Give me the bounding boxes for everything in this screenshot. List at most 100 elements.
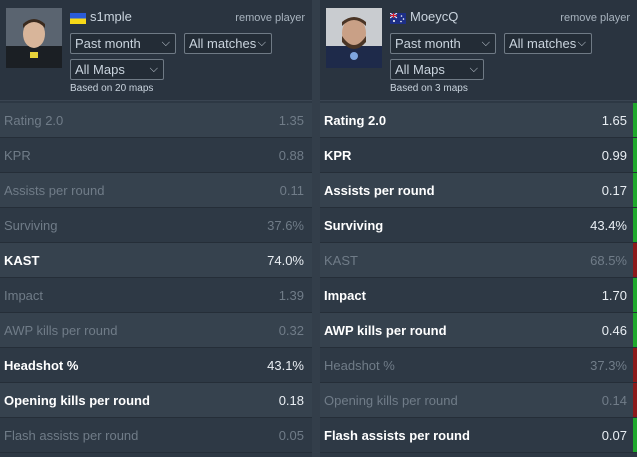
comparison-bar xyxy=(633,418,637,452)
stat-label: Opening kills per round xyxy=(4,393,150,408)
player-name[interactable]: MoeycQ xyxy=(410,9,458,24)
chevron-down-icon: ⌵ xyxy=(469,63,478,75)
maps-select[interactable]: All Maps ⌵ xyxy=(70,59,164,80)
stat-label: Assists per round xyxy=(4,183,105,198)
comparison-bar xyxy=(633,138,637,172)
based-on-maps: Based on 20 maps xyxy=(70,83,154,94)
player-avatar xyxy=(326,8,382,68)
stat-label: AWP kills per round xyxy=(324,323,447,338)
maps-select-value: All Maps xyxy=(395,62,445,77)
based-on-maps: Based on 3 maps xyxy=(390,83,468,94)
stat-value: 1.70 xyxy=(601,288,627,303)
stat-value: 43.1% xyxy=(267,358,304,373)
stat-row: AWP kills per round 0.46 xyxy=(320,313,637,348)
stat-label: Rating 2.0 xyxy=(324,113,387,128)
stat-row: Assists per round 0.11 xyxy=(0,173,312,208)
period-select-value: Past month xyxy=(75,36,141,51)
stat-value: 74.0% xyxy=(267,253,304,268)
stat-row: Assists per round 0.17 xyxy=(320,173,637,208)
comparison-bar xyxy=(633,103,637,137)
stat-value: 0.32 xyxy=(278,323,304,338)
stat-row: Headshot % 43.1% xyxy=(0,348,312,383)
stat-row: Flash assists per round 0.07 xyxy=(320,418,637,453)
period-select-value: Past month xyxy=(395,36,461,51)
stat-row: Surviving 43.4% xyxy=(320,208,637,243)
panel-divider xyxy=(312,0,320,457)
player-avatar xyxy=(6,8,62,68)
stat-label: KAST xyxy=(4,253,40,268)
chevron-down-icon: ⌵ xyxy=(161,37,170,49)
stat-value: 0.17 xyxy=(601,183,627,198)
stat-row: Headshot % 37.3% xyxy=(320,348,637,383)
stat-row: Impact 1.70 xyxy=(320,278,637,313)
period-select[interactable]: Past month ⌵ xyxy=(390,33,496,54)
matches-select[interactable]: All matches ⌵ xyxy=(184,33,272,54)
stat-label: AWP kills per round xyxy=(4,323,118,338)
chevron-down-icon: ⌵ xyxy=(149,63,158,75)
comparison-bar xyxy=(633,208,637,242)
stat-value: 0.14 xyxy=(601,393,627,408)
stat-value: 0.18 xyxy=(278,393,304,408)
stat-label: Impact xyxy=(324,288,366,303)
comparison-bar xyxy=(633,278,637,312)
stat-label: KAST xyxy=(324,253,358,268)
stat-row: Impact 1.39 xyxy=(0,278,312,313)
stat-value: 0.88 xyxy=(278,148,304,163)
matches-select[interactable]: All matches ⌵ xyxy=(504,33,592,54)
stat-row: Rating 2.0 1.65 xyxy=(320,103,637,138)
stat-label: KPR xyxy=(4,148,31,163)
stat-value: 1.65 xyxy=(601,113,627,128)
player-header: MoeycQ remove player Past month ⌵ All ma… xyxy=(320,0,637,101)
stat-value: 68.5% xyxy=(590,253,627,268)
stat-label: Flash assists per round xyxy=(4,428,139,443)
stat-value: 37.6% xyxy=(267,218,304,233)
stat-row: KPR 0.88 xyxy=(0,138,312,173)
stat-label: KPR xyxy=(324,148,352,163)
stat-label: Opening kills per round xyxy=(324,393,458,408)
stat-value: 1.39 xyxy=(278,288,304,303)
remove-player-button[interactable]: remove player xyxy=(235,12,305,24)
comparison-bar xyxy=(633,173,637,207)
player-panel-left: s1mple remove player Past month ⌵ All ma… xyxy=(0,0,312,457)
stat-row: KAST 68.5% xyxy=(320,243,637,278)
stat-label: Flash assists per round xyxy=(324,428,470,443)
stat-label: Surviving xyxy=(324,218,384,233)
maps-select[interactable]: All Maps ⌵ xyxy=(390,59,484,80)
comparison-bar xyxy=(633,313,637,347)
maps-select-value: All Maps xyxy=(75,62,125,77)
chevron-down-icon: ⌵ xyxy=(257,37,266,49)
stat-row: Rating 2.0 1.35 xyxy=(0,103,312,138)
comparison-bar xyxy=(633,243,637,277)
stat-value: 0.07 xyxy=(601,428,627,443)
stat-value: 1.35 xyxy=(278,113,304,128)
stat-value: 43.4% xyxy=(590,218,627,233)
period-select[interactable]: Past month ⌵ xyxy=(70,33,176,54)
stat-label: Assists per round xyxy=(324,183,435,198)
stat-row: Surviving 37.6% xyxy=(0,208,312,243)
comparison-bar xyxy=(633,348,637,382)
stats-table: Rating 2.0 1.35 KPR 0.88 Assists per round… xyxy=(0,103,312,453)
stat-row: Flash assists per round 0.05 xyxy=(0,418,312,453)
stat-row: Opening kills per round 0.14 xyxy=(320,383,637,418)
comparison-bar xyxy=(633,383,637,417)
stat-row: Opening kills per round 0.18 xyxy=(0,383,312,418)
player-name[interactable]: s1mple xyxy=(90,9,132,24)
player-panel-right: MoeycQ remove player Past month ⌵ All ma… xyxy=(320,0,637,457)
stat-row: AWP kills per round 0.32 xyxy=(0,313,312,348)
stat-label: Impact xyxy=(4,288,44,303)
stat-label: Headshot % xyxy=(324,358,395,373)
stat-row: KPR 0.99 xyxy=(320,138,637,173)
stat-value: 0.99 xyxy=(601,148,627,163)
stat-value: 0.46 xyxy=(601,323,627,338)
matches-select-value: All matches xyxy=(189,36,257,51)
stat-label: Headshot % xyxy=(4,358,79,373)
stat-value: 0.05 xyxy=(278,428,304,443)
australia-flag-icon xyxy=(390,13,406,24)
stat-value: 0.11 xyxy=(279,183,304,198)
chevron-down-icon: ⌵ xyxy=(577,37,586,49)
stats-table: Rating 2.0 1.65 KPR 0.99 Assists per round… xyxy=(320,103,637,453)
stat-row: KAST 74.0% xyxy=(0,243,312,278)
stat-label: Surviving xyxy=(4,218,58,233)
remove-player-button[interactable]: remove player xyxy=(560,12,630,24)
ukraine-flag-icon xyxy=(70,13,86,24)
